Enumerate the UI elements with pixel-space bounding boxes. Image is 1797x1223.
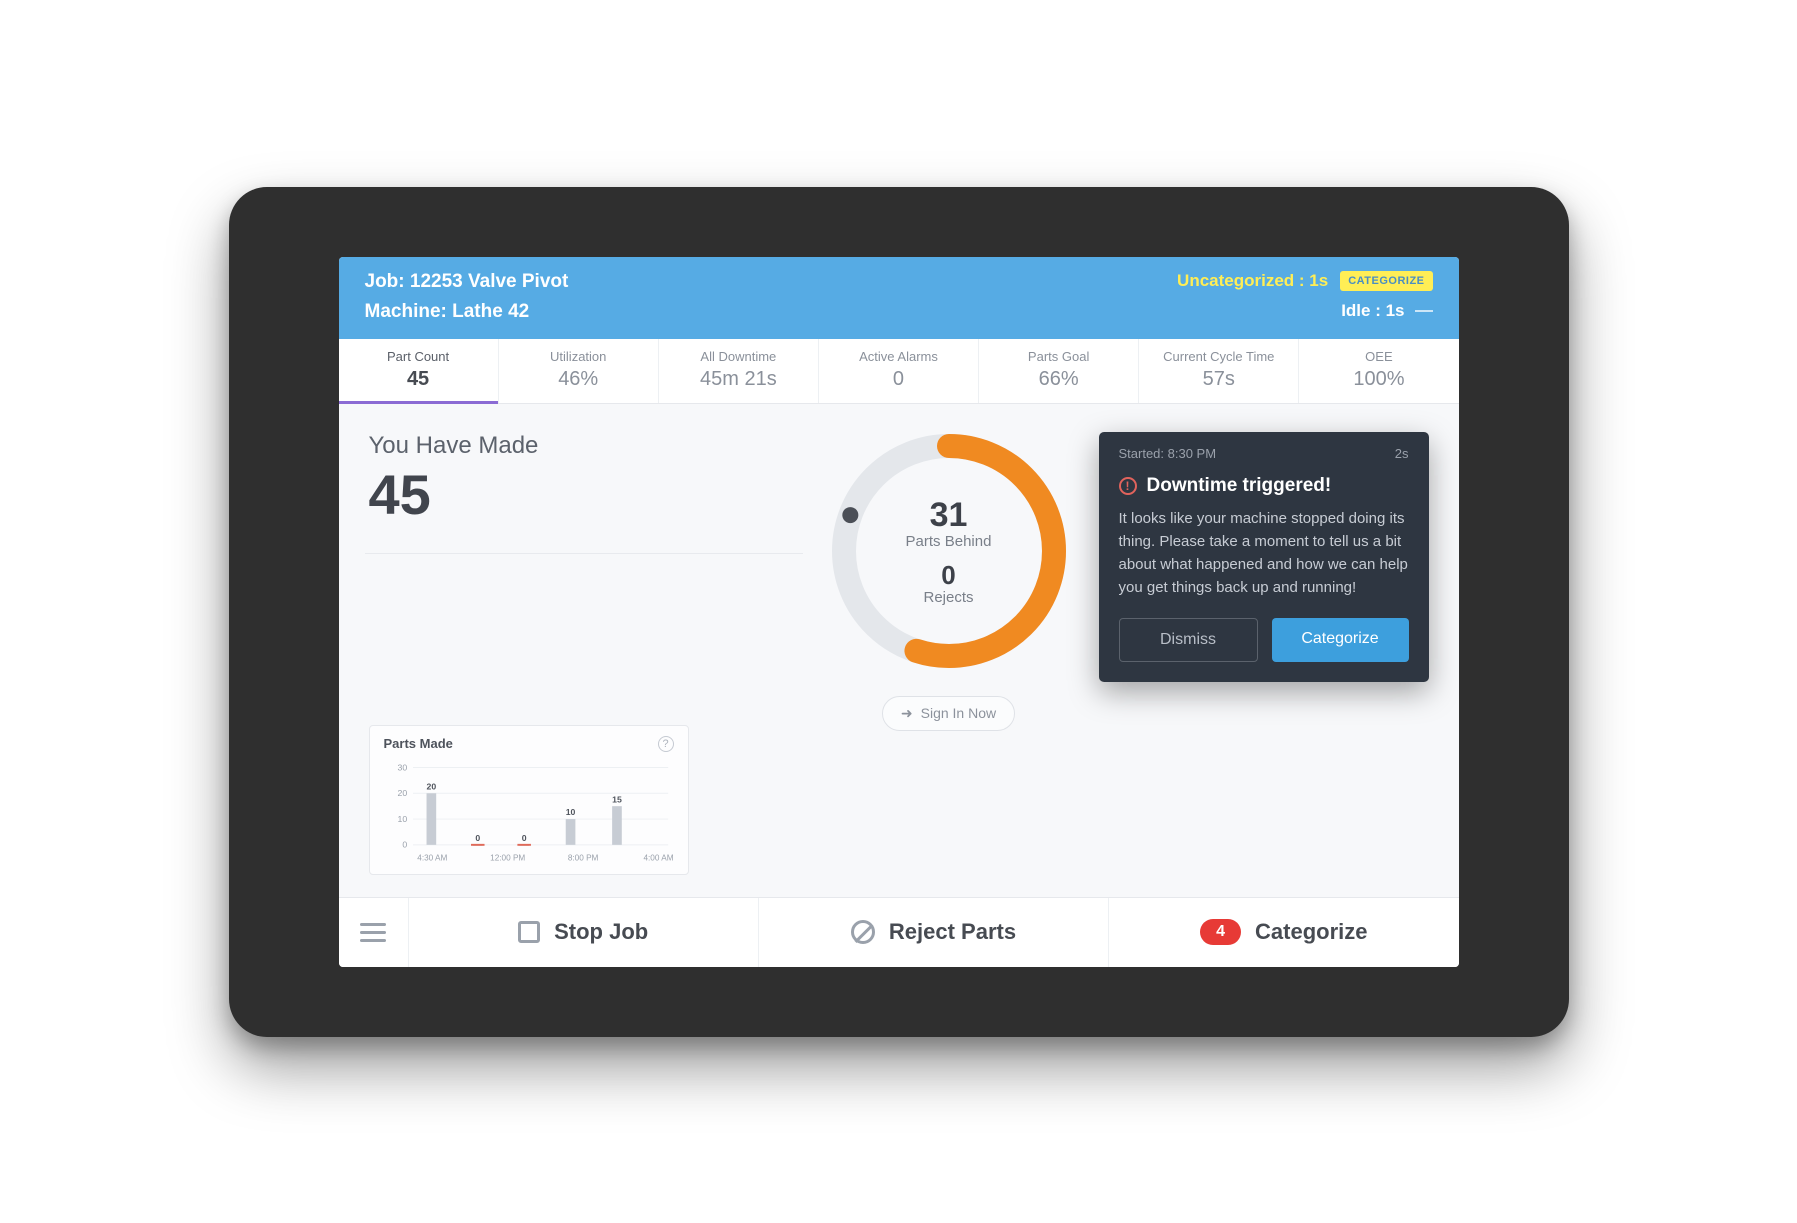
collapse-icon[interactable] [1415, 310, 1433, 312]
svg-text:10: 10 [397, 813, 407, 823]
kpi-utilization[interactable]: Utilization 46% [499, 339, 659, 403]
center-column: 31 Parts Behind 0 Rejects ➜ Sign In Now [819, 432, 1079, 875]
toast-started-label: Started: 8:30 PM [1119, 446, 1217, 461]
kpi-label: Parts Goal [979, 349, 1138, 364]
stop-job-label: Stop Job [554, 919, 648, 945]
left-column: You Have Made 45 Parts Made ? 0102030200… [369, 432, 799, 875]
kpi-label: OEE [1299, 349, 1458, 364]
svg-text:20: 20 [426, 781, 436, 791]
header-left: Job: 12253 Valve Pivot Machine: Lathe 42 [365, 271, 569, 323]
toast-title: Downtime triggered! [1147, 475, 1332, 497]
gauge-center: 31 Parts Behind 0 Rejects [824, 426, 1074, 676]
screen: Job: 12253 Valve Pivot Machine: Lathe 42… [339, 257, 1459, 967]
kpi-active-alarms[interactable]: Active Alarms 0 [819, 339, 979, 403]
parts-behind-value: 31 [930, 496, 968, 535]
header-right: Uncategorized : 1s CATEGORIZE Idle : 1s [1177, 271, 1432, 323]
kpi-label: Current Cycle Time [1139, 349, 1298, 364]
kpi-value: 46% [499, 368, 658, 391]
hamburger-icon [360, 918, 386, 947]
kpi-value: 57s [1139, 368, 1298, 391]
kpi-label: Part Count [339, 349, 498, 364]
help-icon[interactable]: ? [658, 736, 674, 752]
footer-bar: Stop Job Reject Parts 4 Categorize [339, 897, 1459, 967]
job-title: Job: 12253 Valve Pivot [365, 271, 569, 293]
progress-gauge: 31 Parts Behind 0 Rejects [824, 426, 1074, 676]
kpi-label: Active Alarms [819, 349, 978, 364]
chart-title: Parts Made [384, 736, 453, 751]
parts-made-chart: 0 10 20 30 20 0 0 10 15 4:30 AM 12:00 PM 8:00 PM 4:0… [384, 756, 674, 866]
kpi-parts-goal[interactable]: Parts Goal 66% [979, 339, 1139, 403]
svg-text:30: 30 [397, 762, 407, 772]
kpi-strip: Part Count 45 Utilization 46% All Downti… [339, 339, 1459, 404]
svg-text:15: 15 [612, 794, 622, 804]
categorize-chip[interactable]: CATEGORIZE [1340, 271, 1432, 291]
machine-title: Machine: Lathe 42 [365, 301, 569, 323]
svg-text:10: 10 [565, 807, 575, 817]
svg-text:4:30 AM: 4:30 AM [417, 853, 447, 862]
kpi-value: 66% [979, 368, 1138, 391]
categorize-button[interactable]: Categorize [1272, 618, 1409, 662]
toast-elapsed: 2s [1395, 446, 1409, 461]
kpi-part-count[interactable]: Part Count 45 [339, 339, 499, 403]
kpi-value: 100% [1299, 368, 1458, 391]
sign-in-button[interactable]: ➜ Sign In Now [882, 696, 1015, 731]
alert-icon: ! [1119, 477, 1137, 495]
kpi-value: 45m 21s [659, 368, 818, 391]
categorize-footer-button[interactable]: 4 Categorize [1109, 898, 1458, 967]
kpi-all-downtime[interactable]: All Downtime 45m 21s [659, 339, 819, 403]
downtime-toast: Started: 8:30 PM 2s ! Downtime triggered… [1099, 432, 1429, 682]
right-column: Started: 8:30 PM 2s ! Downtime triggered… [1099, 432, 1429, 875]
menu-button[interactable] [339, 898, 409, 967]
reject-parts-label: Reject Parts [889, 919, 1016, 945]
signin-arrow-icon: ➜ [901, 705, 913, 722]
svg-text:0: 0 [521, 832, 526, 842]
rejects-value: 0 [941, 560, 955, 591]
svg-text:8:00 PM: 8:00 PM [567, 853, 598, 862]
sign-in-label: Sign In Now [921, 705, 996, 721]
uncategorized-row: Uncategorized : 1s CATEGORIZE [1177, 271, 1432, 291]
dismiss-button[interactable]: Dismiss [1119, 618, 1258, 662]
svg-text:20: 20 [397, 788, 407, 798]
idle-row: Idle : 1s [1341, 301, 1432, 321]
stop-job-button[interactable]: Stop Job [409, 898, 759, 967]
stop-icon [518, 921, 540, 943]
kpi-value: 0 [819, 368, 978, 391]
device-frame: Job: 12253 Valve Pivot Machine: Lathe 42… [229, 187, 1569, 1037]
reject-icon [851, 920, 875, 944]
svg-text:0: 0 [402, 839, 407, 849]
parts-made-chart-card: Parts Made ? 0 10 20 30 20 0 0 10 15 4:30 AM 12:00… [369, 725, 689, 875]
reject-parts-button[interactable]: Reject Parts [759, 898, 1109, 967]
categorize-label: Categorize [1255, 919, 1367, 945]
svg-text:12:00 PM: 12:00 PM [490, 853, 525, 862]
parts-behind-label: Parts Behind [906, 533, 992, 550]
kpi-current-cycle[interactable]: Current Cycle Time 57s [1139, 339, 1299, 403]
divider [365, 553, 803, 554]
rejects-label: Rejects [923, 589, 973, 606]
kpi-label: All Downtime [659, 349, 818, 364]
main-area: You Have Made 45 Parts Made ? 0102030200… [339, 404, 1459, 897]
kpi-label: Utilization [499, 349, 658, 364]
kpi-value: 45 [339, 368, 498, 391]
you-have-made-value: 45 [369, 462, 799, 527]
header-bar: Job: 12253 Valve Pivot Machine: Lathe 42… [339, 257, 1459, 339]
svg-text:4:00 AM: 4:00 AM [643, 853, 673, 862]
kpi-oee[interactable]: OEE 100% [1299, 339, 1458, 403]
idle-label: Idle : 1s [1341, 301, 1404, 321]
categorize-badge: 4 [1200, 919, 1241, 945]
uncategorized-label: Uncategorized : 1s [1177, 271, 1328, 291]
toast-body: It looks like your machine stopped doing… [1119, 507, 1409, 600]
svg-text:0: 0 [475, 832, 480, 842]
you-have-made-label: You Have Made [369, 432, 799, 460]
